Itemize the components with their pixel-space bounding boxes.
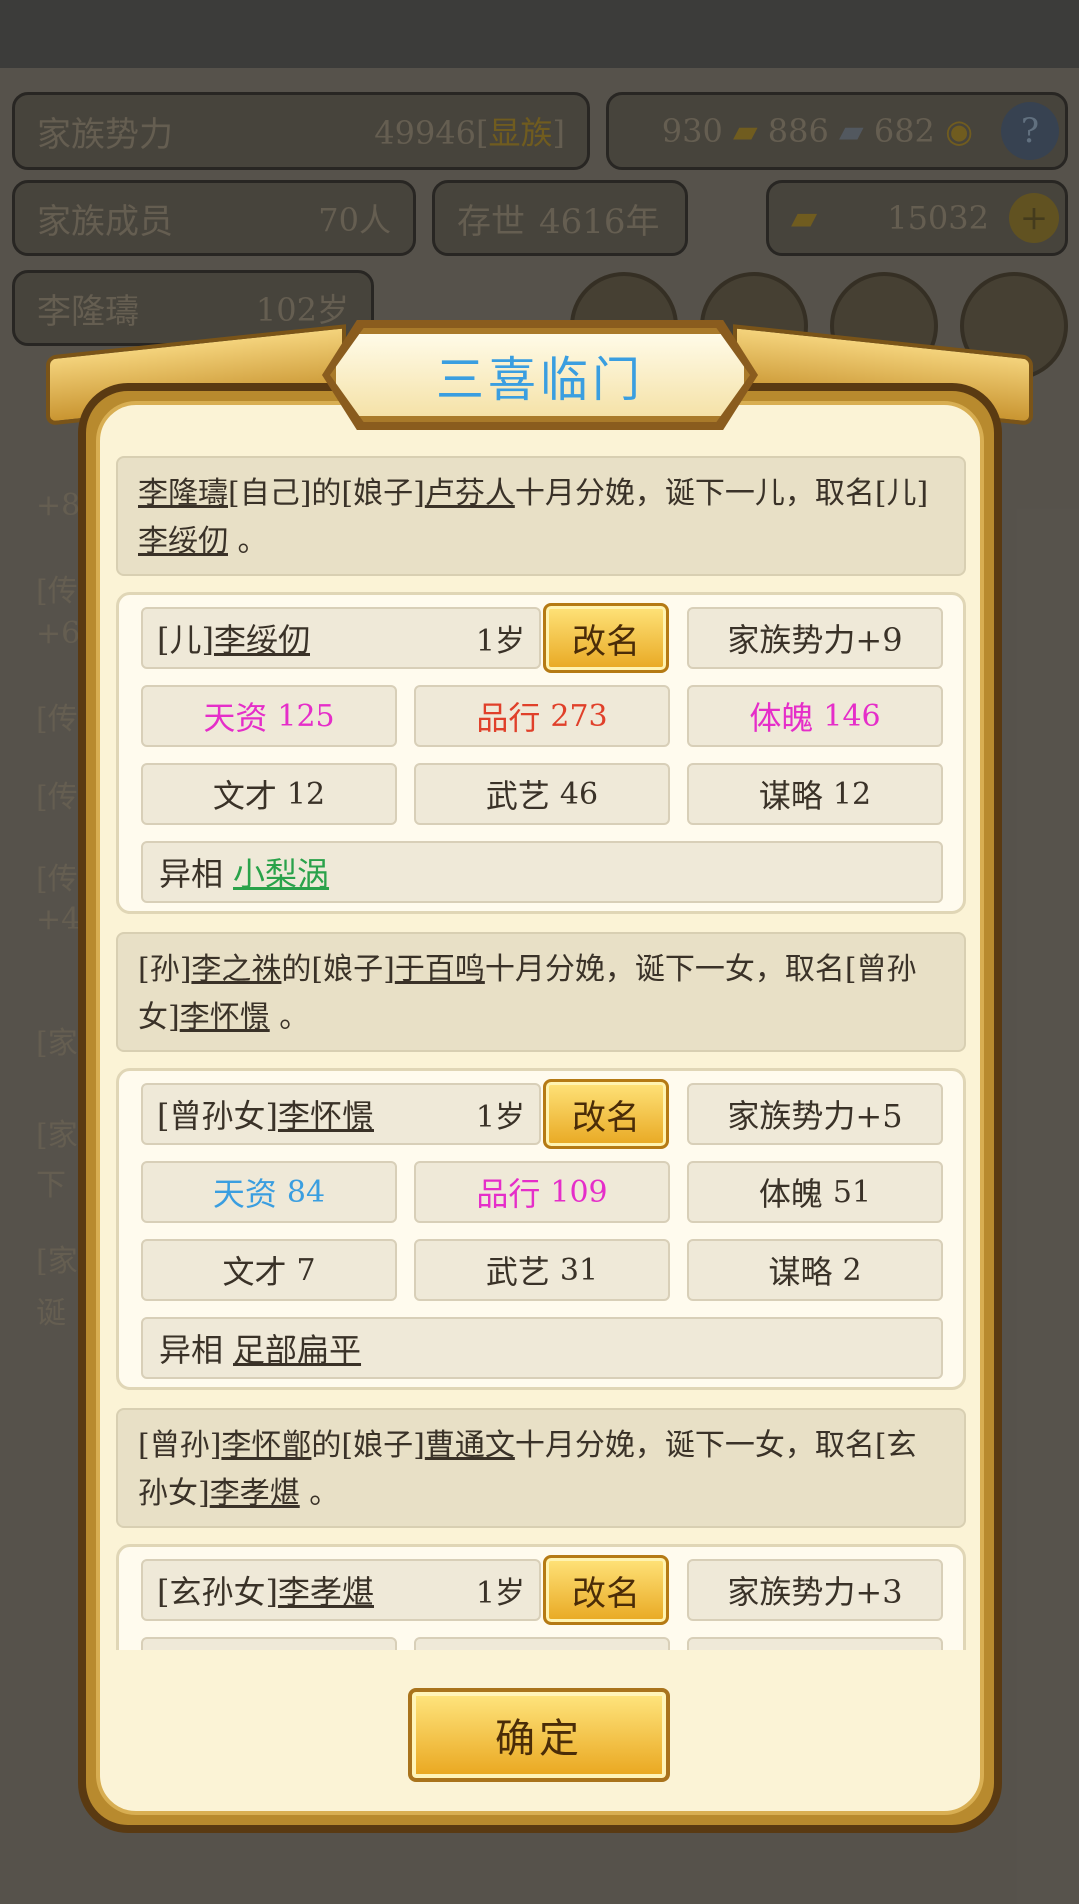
child-name[interactable]: 李怀憬	[278, 1091, 374, 1137]
stat-label: 天资	[203, 699, 268, 737]
birth-list[interactable]: 李隆璹[自己]的[娘子]卢芬人十月分娩，诞下一儿，取名[儿]李绥仞 。 [儿] 李…	[116, 456, 966, 1650]
stat-label: 天资	[212, 1175, 277, 1213]
stat-strategy: 谋略 12	[687, 763, 943, 825]
stat-value: 84	[286, 1174, 326, 1210]
stat-cell	[687, 1637, 943, 1650]
stat-cell	[414, 1637, 670, 1650]
birth-message: [孙]李之祩的[娘子]于百鸣十月分娩，诞下一女，取名[曾孙女]李怀憬 。	[116, 932, 966, 1052]
child-name[interactable]: 李绥仞	[214, 615, 310, 661]
stat-martial: 武艺 46	[414, 763, 670, 825]
stat-talent: 天资 84	[141, 1161, 397, 1223]
child-name[interactable]: 李孝煁	[278, 1567, 374, 1613]
stat-value: 125	[277, 698, 335, 734]
stat-label: 谋略	[758, 777, 823, 815]
stat-label: 体魄	[758, 1175, 823, 1213]
spouse-name-link[interactable]: 卢芬人	[425, 476, 515, 511]
stat-talent: 天资 125	[141, 685, 397, 747]
child-name-link[interactable]: 李怀憬	[180, 1000, 270, 1035]
parent-name-link[interactable]: 李隆璹	[138, 476, 228, 511]
child-name-cell: [曾孙女] 李怀憬 1岁	[141, 1083, 541, 1145]
stat-conduct: 品行 273	[414, 685, 670, 747]
stat-label: 武艺	[485, 1253, 550, 1291]
stat-value: 7	[296, 1252, 316, 1288]
stat-value: 31	[559, 1252, 599, 1288]
stat-value: 12	[286, 776, 326, 812]
stat-value: 109	[550, 1174, 608, 1210]
stat-value: 2	[842, 1252, 862, 1288]
rename-button[interactable]: 改名	[543, 1079, 669, 1149]
stat-physique: 体魄 51	[687, 1161, 943, 1223]
parent-name-link[interactable]: 李之祩	[191, 952, 281, 987]
stat-cell	[141, 1637, 397, 1650]
parent-name-link[interactable]: 李怀鄫	[221, 1428, 311, 1463]
rename-button[interactable]: 改名	[543, 603, 669, 673]
trait-cell: 异相 小梨涡	[141, 841, 943, 903]
child-name-cell: [玄孙女] 李孝煁 1岁	[141, 1559, 541, 1621]
stat-strategy: 谋略 2	[687, 1239, 943, 1301]
trait-label: 异相	[159, 855, 224, 893]
stat-label: 谋略	[768, 1253, 833, 1291]
stat-value: 146	[823, 698, 881, 734]
birth-message: [曾孙]李怀鄫的[娘子]曹通文十月分娩，诞下一女，取名[玄孙女]李孝煁 。	[116, 1408, 966, 1528]
stat-value: 46	[559, 776, 599, 812]
family-power-bonus: 家族势力+3	[687, 1559, 943, 1621]
trait-label: 异相	[159, 1331, 224, 1369]
stat-label: 文才	[212, 777, 277, 815]
trait-cell: 异相 足部扁平	[141, 1317, 943, 1379]
confirm-button[interactable]: 确定	[408, 1688, 670, 1782]
spouse-name-link[interactable]: 于百鸣	[395, 952, 485, 987]
child-card: [曾孙女] 李怀憬 1岁 改名 家族势力+5 天资 84 品行 109 体魄 51 文才…	[116, 1068, 966, 1390]
child-card: [儿] 李绥仞 1岁 改名 家族势力+9 天资 125 品行 273 体魄 146 文才…	[116, 592, 966, 914]
status-bar	[0, 0, 1079, 68]
trait-value[interactable]: 足部扁平	[233, 1325, 361, 1371]
child-name-link[interactable]: 李孝煁	[210, 1476, 300, 1511]
birth-message: 李隆璹[自己]的[娘子]卢芬人十月分娩，诞下一儿，取名[儿]李绥仞 。	[116, 456, 966, 576]
stat-value: 273	[550, 698, 608, 734]
child-card: [玄孙女] 李孝煁 1岁 改名 家族势力+3	[116, 1544, 966, 1650]
stat-label: 品行	[476, 699, 541, 737]
child-age: 1岁	[475, 1576, 525, 1611]
child-name-link[interactable]: 李绥仞	[138, 524, 228, 559]
spouse-name-link[interactable]: 曹通文	[425, 1428, 515, 1463]
dialog-title: 三喜临门	[435, 352, 644, 408]
stat-literary: 文才 12	[141, 763, 397, 825]
family-power-bonus: 家族势力+5	[687, 1083, 943, 1145]
stat-physique: 体魄 146	[687, 685, 943, 747]
child-name-cell: [儿] 李绥仞 1岁	[141, 607, 541, 669]
stat-literary: 文才 7	[141, 1239, 397, 1301]
stat-martial: 武艺 31	[414, 1239, 670, 1301]
family-power-bonus: 家族势力+9	[687, 607, 943, 669]
rename-button[interactable]: 改名	[543, 1555, 669, 1625]
child-age: 1岁	[475, 624, 525, 659]
stat-conduct: 品行 109	[414, 1161, 670, 1223]
stat-label: 武艺	[485, 777, 550, 815]
stat-label: 品行	[476, 1175, 541, 1213]
stat-value: 51	[832, 1174, 872, 1210]
stat-value: 12	[832, 776, 872, 812]
stat-label: 体魄	[749, 699, 814, 737]
trait-value[interactable]: 小梨涡	[233, 849, 329, 895]
stat-label: 文才	[222, 1253, 287, 1291]
child-age: 1岁	[475, 1100, 525, 1135]
